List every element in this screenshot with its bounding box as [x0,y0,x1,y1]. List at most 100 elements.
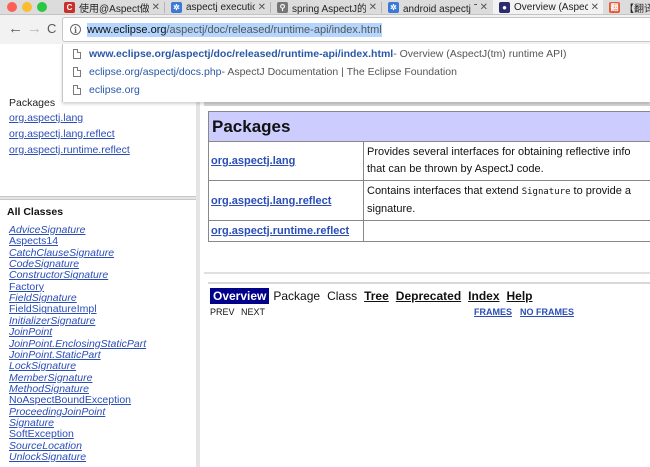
description-cell: Contains interfaces that extend Signatur… [363,180,650,221]
suggestion-url: eclipse.org/aspectj/docs.php [89,66,222,78]
browser-tab[interactable]: ✲ aspectj executio ✕ [165,0,270,14]
class-link[interactable]: NoAspectBoundException [9,394,131,406]
package-link[interactable]: org.aspectj.lang [211,155,295,167]
tab-favicon-icon: 翻 [609,2,620,13]
javadoc-navbar: Overview Package Class Tree Deprecated I… [208,282,650,318]
table-row: org.aspectj.runtime.reflect [208,220,650,242]
page-icon [73,49,81,59]
browser-toolbar: ← → C i www.eclipse.org/aspectj/doc/rele… [0,15,650,44]
close-tab-icon[interactable]: ✕ [480,2,488,13]
tab-title: android aspectj 下 [403,4,477,15]
nav-overview: Overview [210,288,270,304]
class-link[interactable]: FieldSignature [9,292,77,304]
browser-tab-active[interactable]: ● Overview (Aspec ✕ [493,0,603,14]
address-host: www.eclipse.org [87,23,167,36]
all-classes-heading: All Classes [7,206,64,218]
browser-tab[interactable]: ⚲ spring AspectJ的 ✕ [271,0,381,15]
suggestion-title: - Overview (AspectJ(tm) runtime API) [393,48,567,60]
no-frames-link[interactable]: NO FRAMES [520,307,574,317]
suggestion-item[interactable]: www.eclipse.org/aspectj/doc/released/run… [63,45,650,63]
class-link[interactable]: UnlockSignature [9,451,86,463]
package-link[interactable]: org.aspectj.runtime.reflect [9,144,130,156]
package-link[interactable]: org.aspectj.runtime.reflect [211,225,349,237]
class-link[interactable]: CodeSignature [9,258,79,270]
class-link[interactable]: JoinPoint.EnclosingStaticPart [9,338,146,350]
code-text: Signature [521,187,571,197]
nav-index-link[interactable]: Index [465,288,502,304]
class-link[interactable]: Aspects14 [9,235,58,247]
suggestion-title: - AspectJ Documentation | The Eclipse Fo… [221,66,457,78]
page-icon [73,85,81,95]
package-cell: org.aspectj.runtime.reflect [208,220,364,242]
back-icon[interactable]: ← [8,20,23,38]
browser-tab[interactable]: ✲ android aspectj 下 ✕ [382,0,492,15]
class-link[interactable]: Signature [9,417,54,429]
package-link[interactable]: org.aspectj.lang.reflect [211,195,331,207]
divider [204,102,650,106]
close-tab-icon[interactable]: ✕ [369,2,377,13]
suggestion-item[interactable]: eclipse.org [63,81,650,99]
class-link[interactable]: MemberSignature [9,372,92,384]
close-window-button[interactable] [7,2,17,12]
class-link[interactable]: SoftException [9,428,74,440]
divider [204,272,650,274]
left-frames: Packages org.aspectj.lang org.aspectj.la… [0,44,200,467]
class-link[interactable]: MethodSignature [9,383,89,395]
address-bar[interactable]: i www.eclipse.org/aspectj/doc/released/r… [62,17,650,42]
nav-tree-link[interactable]: Tree [361,288,392,304]
package-cell: org.aspectj.lang [208,141,364,181]
nav-next: NEXT [241,307,266,317]
class-link[interactable]: JoinPoint.StaticPart [9,349,101,361]
table-row: org.aspectj.lang Provides several interf… [208,141,650,181]
address-suggestions: www.eclipse.org/aspectj/doc/released/run… [62,44,650,102]
nav-help-link[interactable]: Help [504,288,536,304]
browser-tab-bar: C 使用@Aspect做a ✕ ✲ aspectj executio ✕ ⚲ s… [0,0,650,15]
class-link[interactable]: LockSignature [9,360,76,372]
tab-title: Overview (Aspec [514,2,588,13]
close-tab-icon[interactable]: ✕ [258,2,266,13]
address-input[interactable]: www.eclipse.org/aspectj/doc/released/run… [87,22,382,37]
suggestion-url: eclipse.org [89,84,140,96]
forward-icon[interactable]: → [27,20,42,38]
package-link[interactable]: org.aspectj.lang.reflect [9,128,115,140]
reload-icon[interactable]: C [47,20,56,38]
table-row: org.aspectj.lang.reflect Contains interf… [208,180,650,221]
suggestion-url: www.eclipse.org/aspectj/doc/released/run… [89,48,394,60]
tab-favicon-icon: ⚲ [277,2,288,13]
package-cell: org.aspectj.lang.reflect [208,180,364,221]
page-icon [73,67,81,77]
class-link[interactable]: AdviceSignature [9,224,85,236]
address-path: /aspectj/doc/released/runtime-api/index.… [166,23,382,36]
tab-favicon-icon: ● [499,2,510,13]
tab-title: spring AspectJ的 [292,4,366,15]
close-tab-icon[interactable]: ✕ [152,2,160,13]
suggestion-item[interactable]: eclipse.org/aspectj/docs.php - AspectJ D… [63,63,650,81]
info-icon[interactable]: i [70,24,81,35]
nav-deprecated-link[interactable]: Deprecated [393,288,464,304]
tab-title: 使用@Aspect做a [79,4,149,15]
class-link[interactable]: FieldSignatureImpl [9,303,97,315]
tab-favicon-icon: C [64,2,75,13]
class-link[interactable]: Factory [9,281,44,293]
frames-link[interactable]: FRAMES [474,307,512,317]
package-link[interactable]: org.aspectj.lang [9,112,83,124]
nav-class: Class [327,289,358,303]
class-link[interactable]: CatchClauseSignature [9,247,114,259]
content-frame[interactable]: Packages org.aspectj.lang Provides sever… [204,44,650,467]
tab-title: aspectj executio [186,2,255,13]
tab-favicon-icon: ✲ [388,2,399,13]
minimize-window-button[interactable] [22,2,32,12]
class-link[interactable]: SourceLocation [9,440,82,452]
class-link[interactable]: InitializerSignature [9,315,95,327]
zoom-window-button[interactable] [37,2,47,12]
nav-package: Package [273,289,321,303]
class-link[interactable]: JoinPoint [9,326,52,338]
tab-title: 【翻译 [624,4,650,15]
browser-tab[interactable]: C 使用@Aspect做a ✕ [58,0,164,15]
class-link[interactable]: ConstructorSignature [9,269,108,281]
browser-tab[interactable]: 翻 【翻译 [603,0,650,15]
packages-table-title: Packages [208,111,650,142]
close-tab-icon[interactable]: ✕ [591,2,599,13]
class-link[interactable]: ProceedingJoinPoint [9,406,105,418]
all-classes-frame[interactable]: All Classes AdviceSignature Aspects14 Catc… [0,200,196,467]
